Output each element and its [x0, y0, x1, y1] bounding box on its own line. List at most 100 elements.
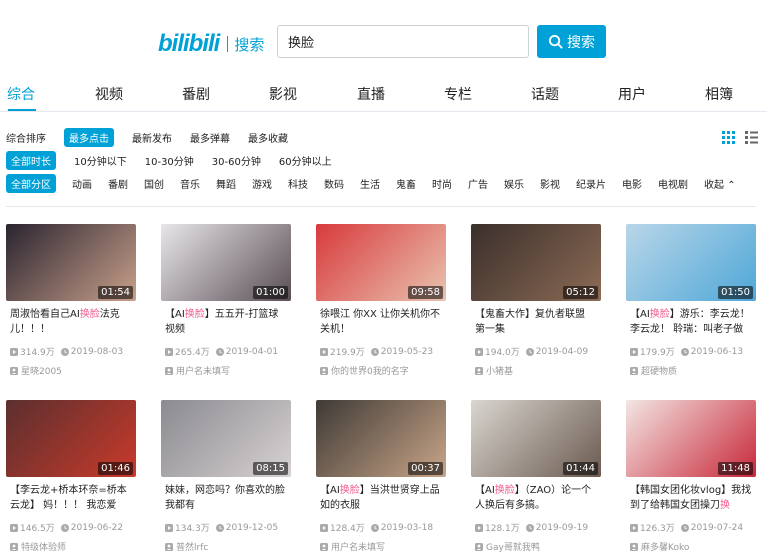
bilibili-logo[interactable]: bilibili 搜索 [158, 30, 264, 58]
video-meta: 179.9万 2019-06-13 [626, 345, 756, 358]
search-icon [548, 34, 563, 49]
tab-albums[interactable]: 相簿 [705, 84, 733, 104]
video-title[interactable]: 【韩国女团化妆vlog】我找到了给韩国女团操刀换 [626, 483, 756, 513]
video-thumbnail[interactable]: 01:44 [471, 400, 601, 477]
tab-bangumi[interactable]: 番剧 [182, 84, 210, 104]
view-count: 265.4万 [165, 345, 210, 358]
category-life[interactable]: 生活 [360, 174, 380, 193]
category-animation[interactable]: 动画 [72, 174, 92, 193]
video-thumbnail[interactable]: 01:50 [626, 224, 756, 301]
video-author[interactable]: 用户名未填写 [161, 364, 291, 377]
grid-view-icon[interactable] [722, 131, 735, 144]
video-thumbnail[interactable]: 08:15 [161, 400, 291, 477]
view-count: 134.3万 [165, 521, 210, 534]
video-title[interactable]: 【AI换脸】当洪世贤穿上品如的衣服 [316, 483, 446, 513]
video-thumbnail[interactable]: 05:12 [471, 224, 601, 301]
video-card[interactable]: 01:50 【AI换脸】游乐：李云龙！李云龙！ 聆瑞：叫老子做 179.9万 2… [626, 224, 756, 377]
view-count: 179.9万 [630, 345, 675, 358]
video-title[interactable]: 周淑怡看自己AI换脸法克儿！！！ [6, 307, 136, 337]
video-duration: 09:58 [408, 286, 443, 299]
video-thumbnail[interactable]: 01:46 [6, 400, 136, 477]
video-author[interactable]: 用户名未填写 [316, 540, 446, 553]
category-tech[interactable]: 科技 [288, 174, 308, 193]
author-name: 小猪基 [486, 367, 514, 377]
video-card[interactable]: 01:00 【AI换脸】五五开-打篮球视频 265.4万 2019-04-01 … [161, 224, 291, 377]
video-title[interactable]: 徐喂江 你XX 让你关机你不关机！ [316, 307, 446, 337]
tab-all[interactable]: 综合 [7, 84, 35, 104]
tab-video[interactable]: 视频 [95, 84, 123, 104]
video-author[interactable]: Gay哥就我鸭 [471, 540, 601, 553]
author-name: 麻多馨Koko [641, 543, 690, 553]
video-meta: 146.5万 2019-06-22 [6, 521, 136, 534]
video-thumbnail[interactable]: 11:48 [626, 400, 756, 477]
category-digital[interactable]: 数码 [324, 174, 344, 193]
tab-users[interactable]: 用户 [618, 84, 646, 104]
video-author[interactable]: 特级体验师 [6, 540, 136, 553]
video-card[interactable]: 00:37 【AI换脸】当洪世贤穿上品如的衣服 128.4万 2019-03-1… [316, 400, 446, 553]
video-author[interactable]: 小猪基 [471, 364, 601, 377]
video-card[interactable]: 05:12 【鬼畜大作】复仇者联盟 第一集 194.0万 2019-04-09 … [471, 224, 601, 377]
video-author[interactable]: 麻多馨Koko [626, 540, 756, 553]
video-thumbnail[interactable]: 09:58 [316, 224, 446, 301]
video-card[interactable]: 09:58 徐喂江 你XX 让你关机你不关机！ 219.9万 2019-05-2… [316, 224, 446, 377]
category-music[interactable]: 音乐 [180, 174, 200, 193]
video-title[interactable]: 【AI换脸】（ZAO）论一个人换后有多搞。 [471, 483, 601, 513]
video-thumbnail[interactable]: 01:54 [6, 224, 136, 301]
video-card[interactable]: 11:48 【韩国女团化妆vlog】我找到了给韩国女团操刀换 126.3万 20… [626, 400, 756, 553]
category-game[interactable]: 游戏 [252, 174, 272, 193]
category-film-tv[interactable]: 影视 [540, 174, 560, 193]
duration-10-30[interactable]: 10-30分钟 [145, 151, 194, 170]
upload-date: 2019-06-13 [680, 345, 743, 358]
category-bangumi[interactable]: 番剧 [108, 174, 128, 193]
video-author[interactable]: 普然lrfc [161, 540, 291, 553]
sort-default[interactable]: 综合排序 [6, 128, 46, 147]
search-button[interactable]: 搜索 [537, 25, 606, 58]
sort-most-favorited[interactable]: 最多收藏 [248, 128, 288, 147]
category-tv-series[interactable]: 电视剧 [658, 174, 688, 193]
category-kichiku[interactable]: 鬼畜 [396, 174, 416, 193]
video-author[interactable]: 你的世界0我的名字 [316, 364, 446, 377]
video-card[interactable]: 01:54 周淑怡看自己AI换脸法克儿！！！ 314.9万 2019-08-03… [6, 224, 136, 377]
tab-topics[interactable]: 话题 [531, 84, 559, 104]
list-view-icon[interactable] [745, 131, 758, 144]
author-name: 超硬物质 [641, 367, 678, 377]
duration-all[interactable]: 全部时长 [6, 151, 56, 170]
video-title[interactable]: 【AI换脸】五五开-打篮球视频 [161, 307, 291, 337]
sort-most-danmaku[interactable]: 最多弹幕 [190, 128, 230, 147]
video-author[interactable]: 星晓2005 [6, 364, 136, 377]
view-count-text: 314.9万 [20, 348, 55, 358]
video-meta: 128.1万 2019-09-19 [471, 521, 601, 534]
author-name: 特级体验师 [21, 543, 67, 553]
search-input[interactable] [278, 26, 528, 57]
collapse-toggle[interactable]: 收起 ⌃ [704, 174, 736, 193]
category-dance[interactable]: 舞蹈 [216, 174, 236, 193]
video-author[interactable]: 超硬物质 [626, 364, 756, 377]
tab-movies[interactable]: 影视 [269, 84, 297, 104]
tab-articles[interactable]: 专栏 [444, 84, 472, 104]
category-all[interactable]: 全部分区 [6, 174, 56, 193]
video-card[interactable]: 01:44 【AI换脸】（ZAO）论一个人换后有多搞。 128.1万 2019-… [471, 400, 601, 553]
user-icon [475, 542, 483, 551]
category-documentary[interactable]: 纪录片 [576, 174, 606, 193]
video-card[interactable]: 01:46 【李云龙+桥本环奈=桥本云龙】 妈！！！ 我恋爱了!!!!!! 14… [6, 400, 136, 553]
video-thumbnail[interactable]: 01:00 [161, 224, 291, 301]
video-title[interactable]: 【AI换脸】游乐：李云龙！李云龙！ 聆瑞：叫老子做 [626, 307, 756, 337]
duration-30-60[interactable]: 30-60分钟 [212, 151, 261, 170]
video-title[interactable]: 妹妹，网恋吗？你喜欢的脸我都有 [161, 483, 291, 513]
category-fashion[interactable]: 时尚 [432, 174, 452, 193]
video-thumbnail[interactable]: 00:37 [316, 400, 446, 477]
duration-over-60[interactable]: 60分钟以上 [279, 151, 332, 170]
category-guochuang[interactable]: 国创 [144, 174, 164, 193]
category-entertainment[interactable]: 娱乐 [504, 174, 524, 193]
author-name: 用户名未填写 [176, 367, 231, 377]
category-ads[interactable]: 广告 [468, 174, 488, 193]
sort-most-clicked[interactable]: 最多点击 [64, 128, 114, 147]
tab-live[interactable]: 直播 [357, 84, 385, 104]
video-title[interactable]: 【李云龙+桥本环奈=桥本云龙】 妈！！！ 我恋爱了!!!!!! [6, 483, 136, 513]
video-title[interactable]: 【鬼畜大作】复仇者联盟 第一集 [471, 307, 601, 337]
duration-under-10[interactable]: 10分钟以下 [74, 151, 127, 170]
sort-newest[interactable]: 最新发布 [132, 128, 172, 147]
video-card[interactable]: 08:15 妹妹，网恋吗？你喜欢的脸我都有 134.3万 2019-12-05 … [161, 400, 291, 553]
user-icon [320, 542, 328, 551]
category-movie[interactable]: 电影 [622, 174, 642, 193]
